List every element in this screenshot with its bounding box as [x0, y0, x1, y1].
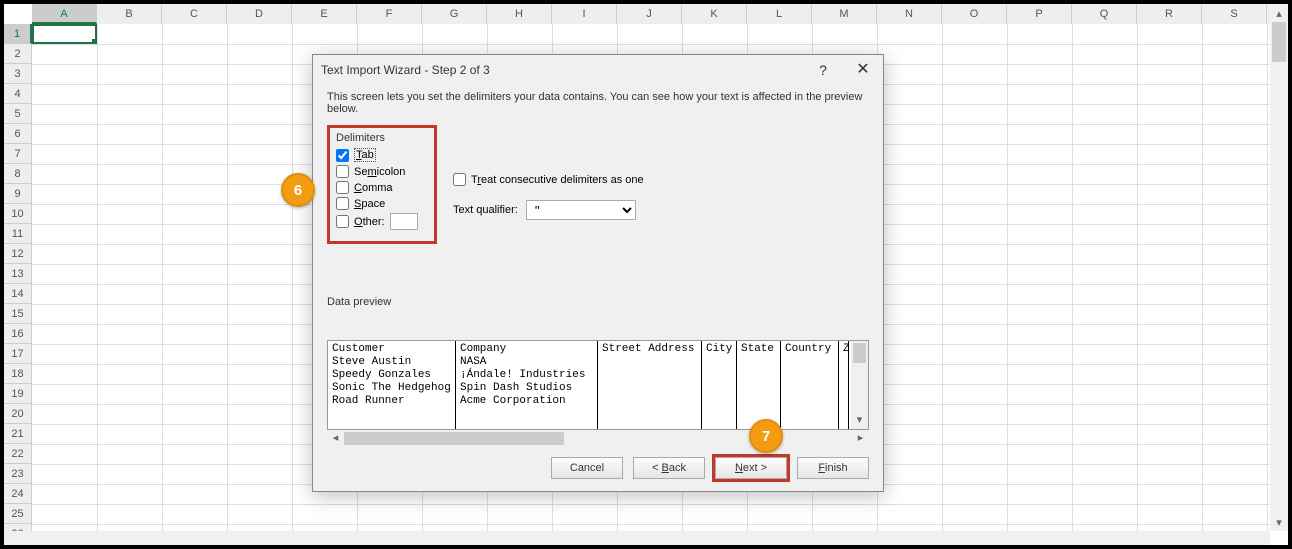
col-header[interactable]: L — [747, 4, 812, 24]
row-header[interactable]: 10 — [4, 204, 32, 224]
col-header[interactable]: R — [1137, 4, 1202, 24]
col-header[interactable]: F — [357, 4, 422, 24]
back-button[interactable]: < Back — [633, 457, 705, 479]
col-header[interactable]: B — [97, 4, 162, 24]
other-input[interactable] — [390, 213, 418, 230]
delimiters-legend: Delimiters — [336, 132, 428, 144]
row-header[interactable]: 22 — [4, 444, 32, 464]
row-header[interactable]: 7 — [4, 144, 32, 164]
text-qualifier-select[interactable]: " — [526, 200, 636, 220]
col-header[interactable]: D — [227, 4, 292, 24]
other-checkbox-row[interactable]: Other: — [336, 213, 428, 230]
row-header[interactable]: 12 — [4, 244, 32, 264]
col-header[interactable]: S — [1202, 4, 1267, 24]
preview-hscroll[interactable]: ◂▸ — [327, 430, 869, 447]
col-header[interactable]: A — [32, 4, 97, 24]
row-header[interactable]: 8 — [4, 164, 32, 184]
tab-checkbox-row[interactable]: Tab — [336, 148, 428, 162]
row-header[interactable]: 4 — [4, 84, 32, 104]
col-header[interactable]: I — [552, 4, 617, 24]
row-header[interactable]: 25 — [4, 504, 32, 524]
row-header[interactable]: 5 — [4, 104, 32, 124]
selected-cell[interactable] — [32, 24, 97, 44]
col-header[interactable]: O — [942, 4, 1007, 24]
row-header[interactable]: 23 — [4, 464, 32, 484]
preview-columns: CustomerSteve AustinSpeedy GonzalesSonic… — [328, 341, 868, 429]
row-header[interactable]: 19 — [4, 384, 32, 404]
row-header[interactable]: 20 — [4, 404, 32, 424]
scroll-down-icon[interactable]: ▾ — [1270, 513, 1288, 531]
row-header[interactable]: 15 — [4, 304, 32, 324]
row-header[interactable]: 16 — [4, 324, 32, 344]
tab-checkbox[interactable] — [336, 149, 349, 162]
scroll-thumb[interactable] — [1272, 22, 1286, 62]
row-header[interactable]: 3 — [4, 64, 32, 84]
treat-consecutive-checkbox[interactable] — [453, 173, 466, 186]
semicolon-checkbox-row[interactable]: Semicolon — [336, 165, 428, 178]
delimiters-group: Delimiters Tab Semicolon Comma Space Oth… — [327, 125, 437, 244]
annotation-badge-7: 7 — [749, 419, 783, 453]
close-button[interactable]: ✕ — [843, 55, 883, 85]
col-header[interactable]: C — [162, 4, 227, 24]
space-checkbox-row[interactable]: Space — [336, 197, 428, 210]
row-header[interactable]: 17 — [4, 344, 32, 364]
col-header[interactable]: N — [877, 4, 942, 24]
col-header[interactable]: P — [1007, 4, 1072, 24]
col-header[interactable]: J — [617, 4, 682, 24]
text-import-wizard-dialog: Text Import Wizard - Step 2 of 3 ? ✕ Thi… — [312, 54, 884, 492]
col-header[interactable]: H — [487, 4, 552, 24]
column-headers: ABCDEFGHIJKLMNOPQRS — [32, 4, 1270, 24]
row-header[interactable]: 1 — [4, 24, 32, 44]
text-qualifier-label: Text qualifier: — [453, 204, 518, 216]
data-preview-label: Data preview — [327, 296, 869, 308]
row-header[interactable]: 9 — [4, 184, 32, 204]
dialog-title: Text Import Wizard - Step 2 of 3 — [313, 55, 883, 85]
horizontal-scrollbar[interactable] — [4, 531, 1270, 545]
text-qualifier-row: Text qualifier: " — [453, 200, 644, 220]
dialog-description: This screen lets you set the delimiters … — [327, 91, 869, 115]
annotation-badge-6: 6 — [281, 173, 315, 207]
cancel-button[interactable]: Cancel — [551, 457, 623, 479]
col-header[interactable]: G — [422, 4, 487, 24]
comma-checkbox[interactable] — [336, 181, 349, 194]
space-checkbox[interactable] — [336, 197, 349, 210]
row-header[interactable]: 21 — [4, 424, 32, 444]
col-header[interactable]: E — [292, 4, 357, 24]
vertical-scrollbar[interactable]: ▴ ▾ — [1270, 4, 1288, 531]
col-header[interactable]: M — [812, 4, 877, 24]
row-header[interactable]: 24 — [4, 484, 32, 504]
finish-button[interactable]: Finish — [797, 457, 869, 479]
row-headers: 1234567891011121314151617181920212223242… — [4, 24, 32, 544]
help-button[interactable]: ? — [803, 55, 843, 85]
row-header[interactable]: 2 — [4, 44, 32, 64]
next-button[interactable]: Next > — [715, 457, 787, 479]
treat-consecutive-row[interactable]: Treat consecutive delimiters as one — [453, 173, 644, 186]
comma-checkbox-row[interactable]: Comma — [336, 181, 428, 194]
row-header[interactable]: 13 — [4, 264, 32, 284]
other-checkbox[interactable] — [336, 215, 349, 228]
col-header[interactable]: Q — [1072, 4, 1137, 24]
row-header[interactable]: 6 — [4, 124, 32, 144]
data-preview: CustomerSteve AustinSpeedy GonzalesSonic… — [327, 340, 869, 430]
preview-vscroll[interactable]: ▾ — [851, 341, 868, 429]
row-header[interactable]: 11 — [4, 224, 32, 244]
col-header[interactable]: K — [682, 4, 747, 24]
semicolon-checkbox[interactable] — [336, 165, 349, 178]
row-header[interactable]: 18 — [4, 364, 32, 384]
row-header[interactable]: 14 — [4, 284, 32, 304]
scroll-up-icon[interactable]: ▴ — [1270, 4, 1288, 22]
